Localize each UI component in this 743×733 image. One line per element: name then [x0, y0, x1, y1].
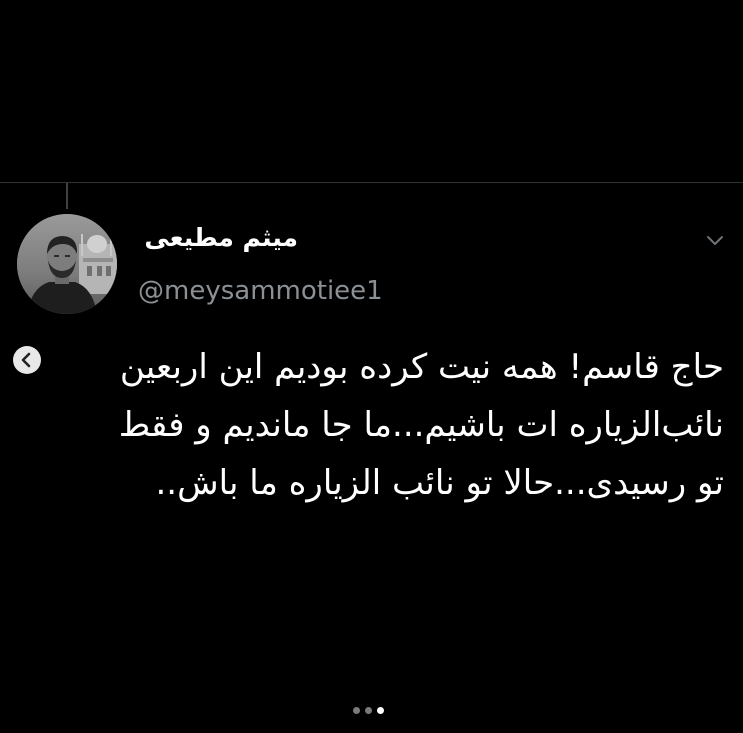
- carousel-dot[interactable]: [365, 707, 372, 714]
- top-divider: [0, 182, 743, 183]
- avatar-photo: [17, 214, 117, 314]
- carousel-dot[interactable]: [353, 707, 360, 714]
- tweet-text-line: تو رسیدی...حالا تو نائب الزیاره ما باش..: [155, 463, 724, 503]
- tweet-text-line: نائب‌الزیاره ات باشیم...ما جا ماندیم و ف…: [118, 405, 724, 445]
- carousel-prev-button[interactable]: [13, 346, 41, 374]
- carousel-dot[interactable]: [377, 707, 384, 714]
- tweet-text: حاج قاسم! همه نیت کرده بودیم این اربعین …: [30, 338, 724, 512]
- chevron-down-icon[interactable]: [703, 232, 727, 250]
- chevron-left-icon: [21, 352, 31, 368]
- thread-connector-line: [66, 183, 68, 209]
- display-name[interactable]: میثم مطیعی: [138, 223, 298, 252]
- avatar[interactable]: [17, 214, 117, 314]
- tweet-text-line: حاج قاسم! همه نیت کرده بودیم این اربعین: [119, 347, 724, 387]
- user-handle[interactable]: @meysammotiee1: [138, 276, 383, 306]
